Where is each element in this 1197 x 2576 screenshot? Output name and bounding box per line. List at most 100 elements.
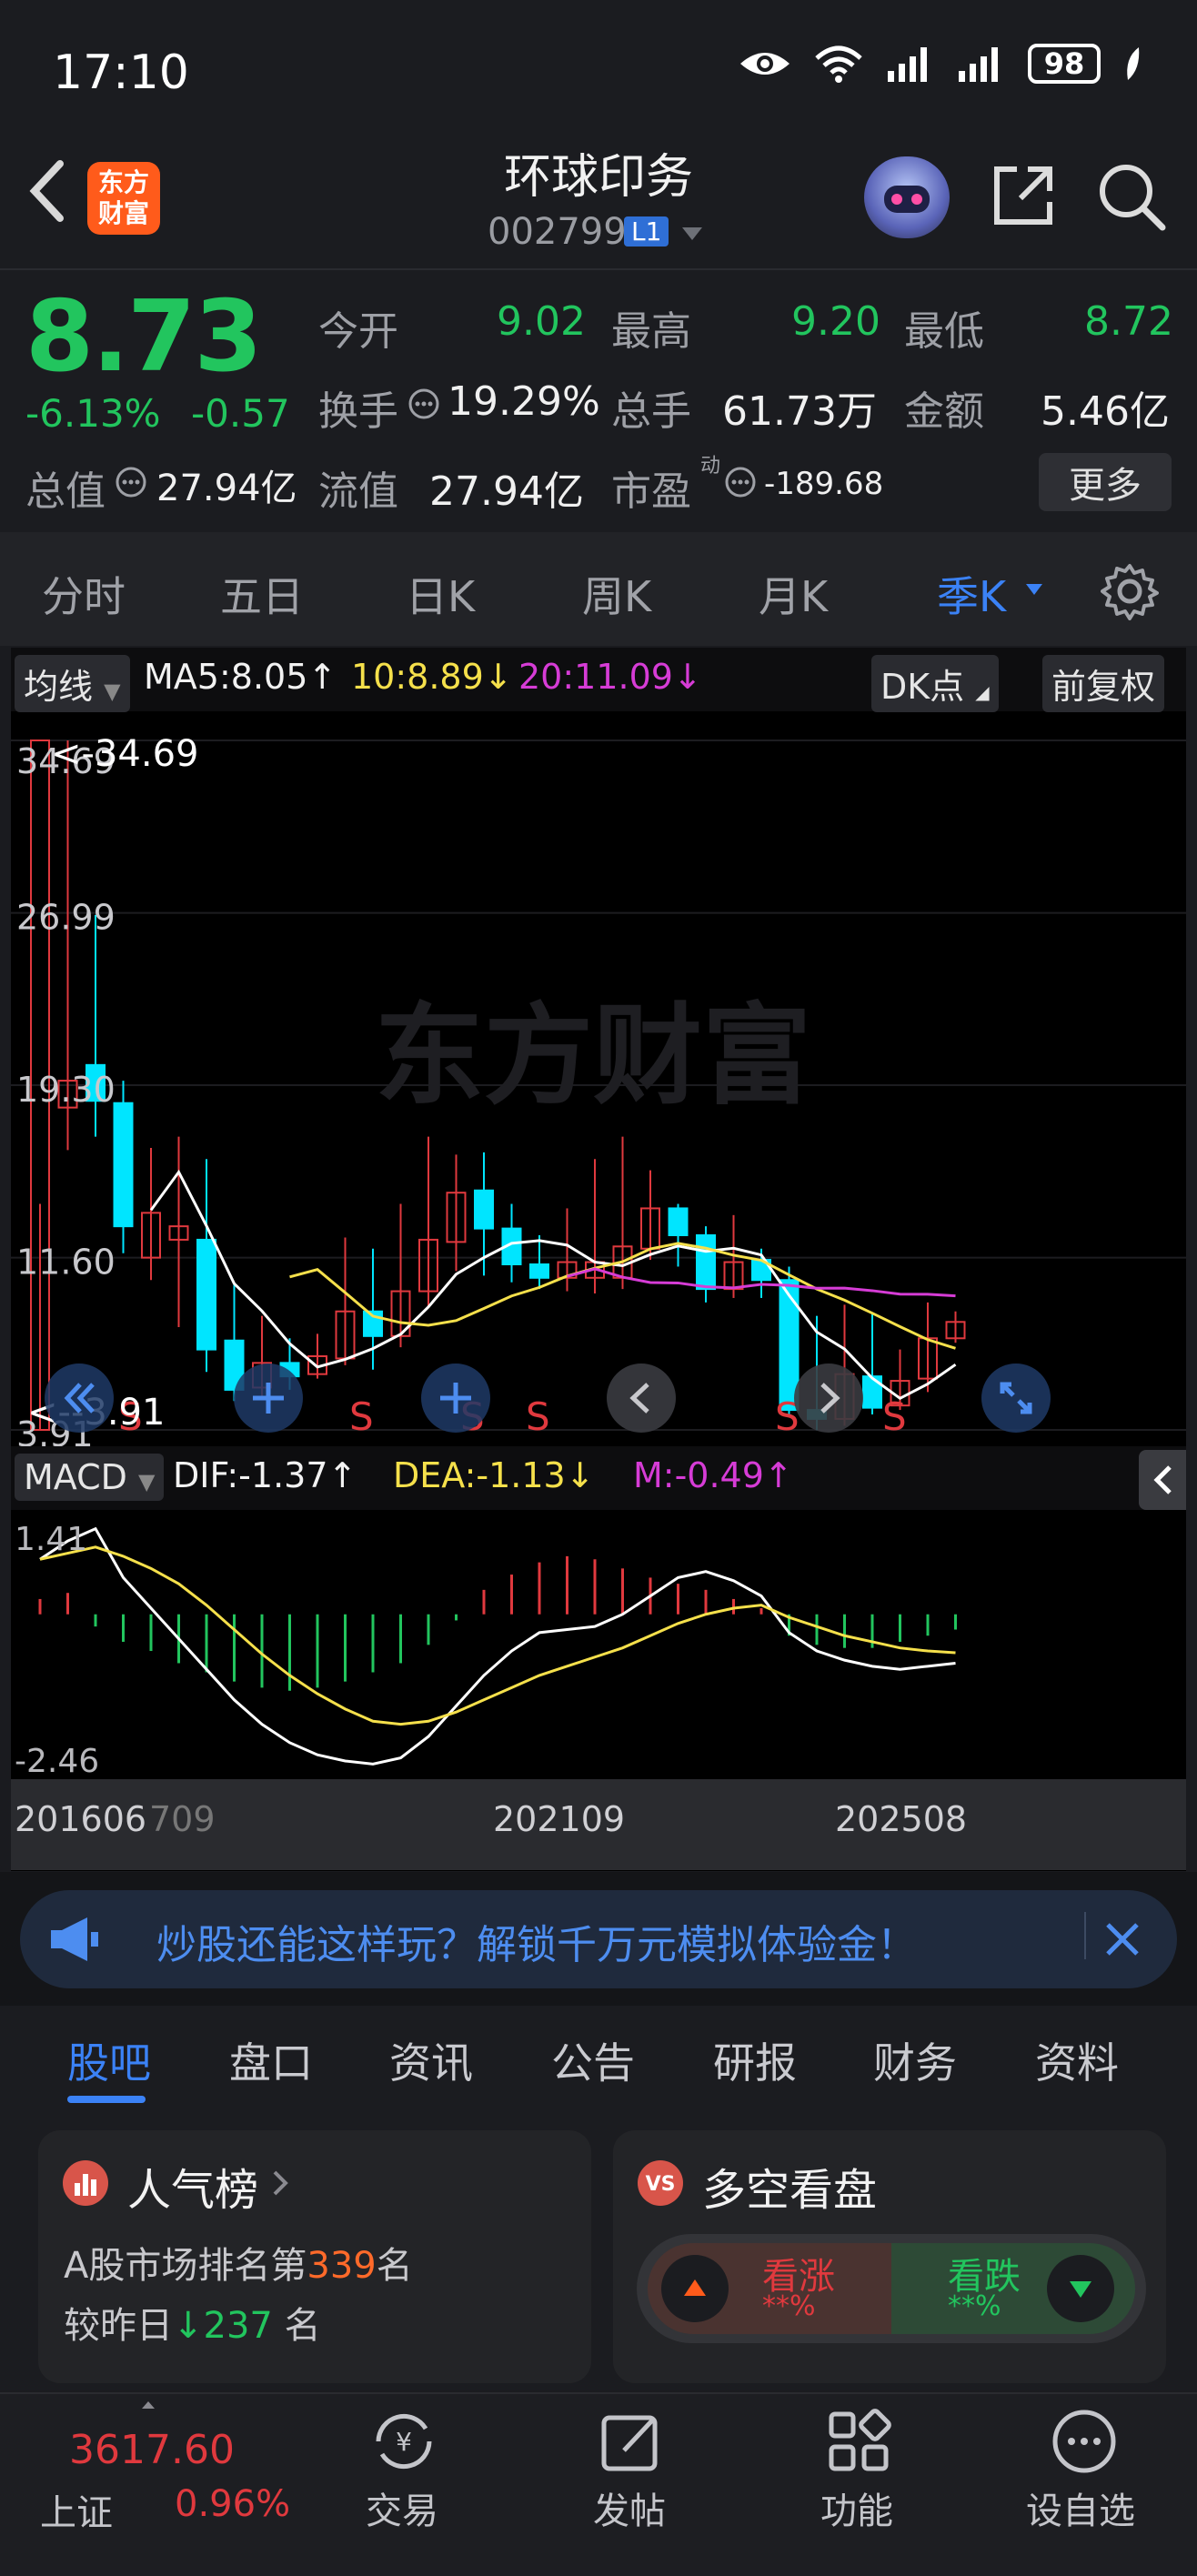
nav-functions[interactable]: 功能 [820, 2481, 893, 2534]
info-dots-icon[interactable] [115, 466, 147, 498]
vote-up-pct: **% [762, 2290, 816, 2322]
low-value: 8.72 [1084, 298, 1173, 345]
nav-add-watchlist[interactable]: 设自选 [1026, 2481, 1135, 2534]
tab-finance[interactable]: 财务 [873, 2030, 957, 2090]
arrow-up-icon [661, 2255, 729, 2322]
open-label: 今开 [318, 308, 398, 355]
next-button[interactable] [793, 1363, 864, 1434]
active-tab-indicator [67, 2096, 146, 2103]
nav-post[interactable]: 发帖 [593, 2481, 666, 2534]
level-badge: L1 [624, 216, 669, 247]
info-dots-icon[interactable] [724, 466, 757, 498]
arrow-down-icon [1047, 2255, 1114, 2322]
search-icon[interactable] [1095, 160, 1168, 233]
price-change-pct: -6.13% [25, 391, 161, 436]
turnover-label: 换手 [318, 388, 398, 435]
grid-icon[interactable] [824, 2407, 893, 2476]
tab-intraday[interactable]: 分时 [42, 564, 126, 624]
eye-icon [740, 53, 790, 75]
x-label-end: 202508 [835, 1799, 968, 1839]
high-label: 最高 [611, 308, 691, 355]
signal-icon [888, 47, 927, 82]
more-icon[interactable] [1050, 2407, 1119, 2476]
zoom-in-button[interactable] [233, 1363, 304, 1434]
macd-bottom-label: -2.46 [15, 1743, 100, 1780]
pe-value: -189.68 [764, 466, 884, 502]
svg-text:VS: VS [646, 2173, 676, 2196]
tab-news[interactable]: 资讯 [389, 2030, 473, 2090]
leaf-icon [1127, 47, 1140, 80]
signal-icon-2 [959, 47, 998, 82]
sell-signal: S [526, 1394, 550, 1439]
info-dots-icon[interactable] [407, 387, 440, 420]
tab-research[interactable]: 研报 [713, 2030, 797, 2090]
tab-pankou[interactable]: 盘口 [229, 2030, 313, 2090]
caret-down-icon[interactable] [680, 226, 704, 242]
turnover-value: 19.29% [448, 378, 600, 425]
index-value[interactable]: 3617.60 [69, 2427, 235, 2473]
arrow-down-icon: ↓ [173, 2305, 204, 2347]
mktcap-label: 总值 [25, 468, 106, 515]
candle-body [668, 1207, 689, 1236]
megaphone-icon [51, 1917, 98, 1961]
more-button[interactable]: 更多 [1039, 453, 1172, 511]
low-label: 最低 [904, 308, 984, 355]
tab-five-day[interactable]: 五日 [220, 564, 304, 624]
tab-quarterly-k[interactable]: 季K [937, 564, 1006, 624]
volume-label: 总手 [611, 388, 691, 435]
post-icon[interactable] [597, 2407, 666, 2476]
adjust-button[interactable]: 前复权 [1042, 655, 1165, 712]
index-name[interactable]: 上证 [40, 2483, 113, 2536]
close-icon[interactable] [1102, 1919, 1142, 1959]
gear-icon[interactable] [1101, 562, 1159, 620]
banner-divider [1084, 1912, 1086, 1959]
x-label-start: 201606 [15, 1799, 147, 1839]
tab-announcements[interactable]: 公告 [551, 2030, 635, 2090]
rewind-button[interactable] [44, 1363, 115, 1434]
tab-guba[interactable]: 股吧 [67, 2030, 151, 2090]
float-value: 27.94亿 [429, 468, 584, 515]
nav-trade[interactable]: 交易 [366, 2481, 438, 2534]
sell-signal: S [349, 1394, 374, 1439]
mktcap-value: 27.94亿 [156, 468, 297, 509]
max-price-label: <-34.69 [51, 733, 199, 775]
fullscreen-button[interactable] [981, 1363, 1051, 1434]
share-icon[interactable] [990, 162, 1057, 229]
tab-profile[interactable]: 资料 [1035, 2030, 1119, 2090]
ma-selector[interactable]: 均线 ▼ [15, 655, 130, 712]
vs-icon: VS [638, 2160, 683, 2206]
sell-signal: S [882, 1394, 907, 1439]
ma5-value: MA5:8.05↑ [144, 657, 337, 697]
rank-line: A股市场排名第339名 [64, 2245, 413, 2287]
current-price: 8.73 [25, 280, 262, 394]
tab-monthly-k[interactable]: 月K [759, 564, 828, 624]
wifi-icon [815, 45, 862, 83]
prev-button[interactable] [606, 1363, 677, 1434]
candle-body [474, 1189, 494, 1230]
watermark: 东方财富 [375, 993, 811, 1120]
status-time: 17:10 [53, 45, 189, 100]
indicator-selector[interactable]: MACD ▼ [15, 1454, 165, 1501]
banner-text: 炒股还能这样玩？解锁千万元模拟体验金！ [156, 1922, 917, 1968]
macd-top-label: 1.41 [15, 1521, 88, 1558]
assistant-avatar-icon[interactable] [864, 156, 950, 238]
caret-down-icon[interactable] [1024, 582, 1044, 597]
macd-lines [39, 1526, 956, 1766]
tab-daily-k[interactable]: 日K [406, 564, 475, 624]
tab-weekly-k[interactable]: 周K [582, 564, 651, 624]
zoom-out-button[interactable] [420, 1363, 491, 1434]
index-pct[interactable]: 0.96% [175, 2483, 290, 2525]
trade-icon[interactable]: ¥ [369, 2407, 438, 2476]
amount-value: 5.46亿 [1041, 388, 1170, 435]
dk-button[interactable]: DK点 ◢ [871, 655, 999, 712]
battery-icon: 98 [1028, 44, 1101, 84]
macd-chart[interactable] [11, 1510, 1186, 1779]
dea-value: DEA:-1.13↓ [393, 1455, 595, 1495]
candlestick-chart[interactable]: 东方财富 34.6926.9919.3011.603.91 SSSSSS [11, 711, 1186, 1446]
candle-body [196, 1238, 216, 1351]
collapse-button[interactable] [1139, 1450, 1186, 1510]
y-tick-label: 19.30 [16, 1070, 116, 1110]
chevron-right-icon [273, 2170, 288, 2196]
float-label: 流值 [318, 468, 398, 515]
vote-down-pct: **% [948, 2290, 1001, 2322]
